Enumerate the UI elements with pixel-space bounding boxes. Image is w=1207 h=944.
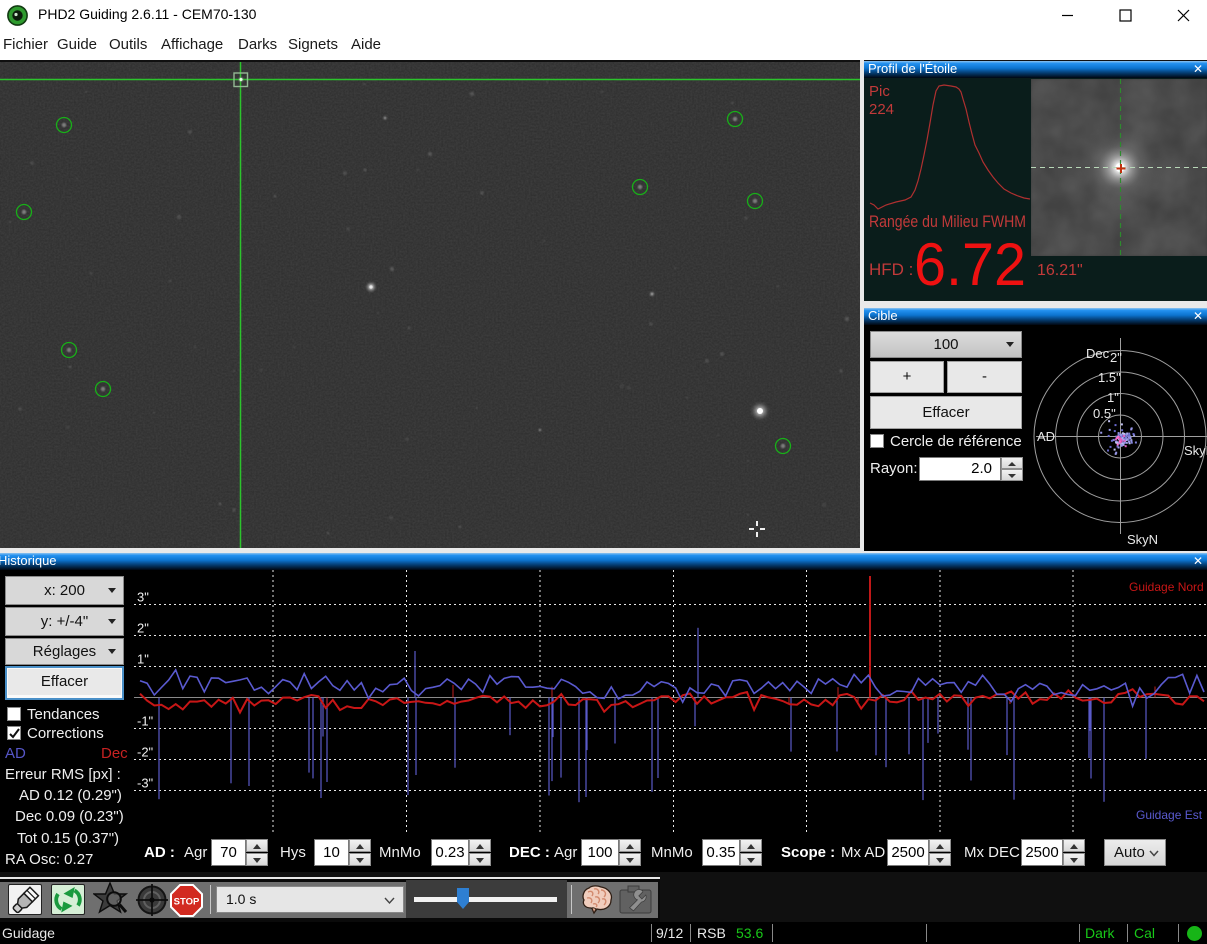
svg-text:Guidage Nord: Guidage Nord — [1129, 580, 1204, 594]
svg-text:SkyN: SkyN — [1127, 532, 1158, 547]
svg-text:1": 1" — [1107, 390, 1119, 405]
svg-text:HFD :: HFD : — [869, 260, 913, 279]
svg-text:1.5": 1.5" — [1098, 370, 1121, 385]
svg-text:STOP: STOP — [174, 897, 200, 908]
svg-text:16.21": 16.21" — [1037, 262, 1083, 279]
svg-text:0.5": 0.5" — [1093, 406, 1116, 421]
svg-text:224: 224 — [869, 101, 894, 118]
svg-text:Rangée du Milieu FWHM: Rangée du Milieu FWHM — [869, 212, 1026, 231]
svg-text:-3": -3" — [137, 776, 154, 791]
svg-text:Guidage Est: Guidage Est — [1136, 808, 1203, 822]
svg-text:1": 1" — [137, 652, 149, 667]
svg-text:-1": -1" — [137, 714, 154, 729]
svg-text:AD: AD — [1037, 429, 1055, 444]
svg-text:3": 3" — [137, 590, 149, 605]
svg-text:2": 2" — [1110, 350, 1122, 365]
svg-text:Dec: Dec — [1086, 346, 1110, 361]
svg-text:-2": -2" — [137, 745, 154, 760]
svg-text:SkyE: SkyE — [1184, 443, 1207, 458]
svg-text:Pic: Pic — [869, 83, 890, 100]
svg-text:6.72: 6.72 — [914, 231, 1026, 298]
svg-text:2": 2" — [137, 621, 149, 636]
